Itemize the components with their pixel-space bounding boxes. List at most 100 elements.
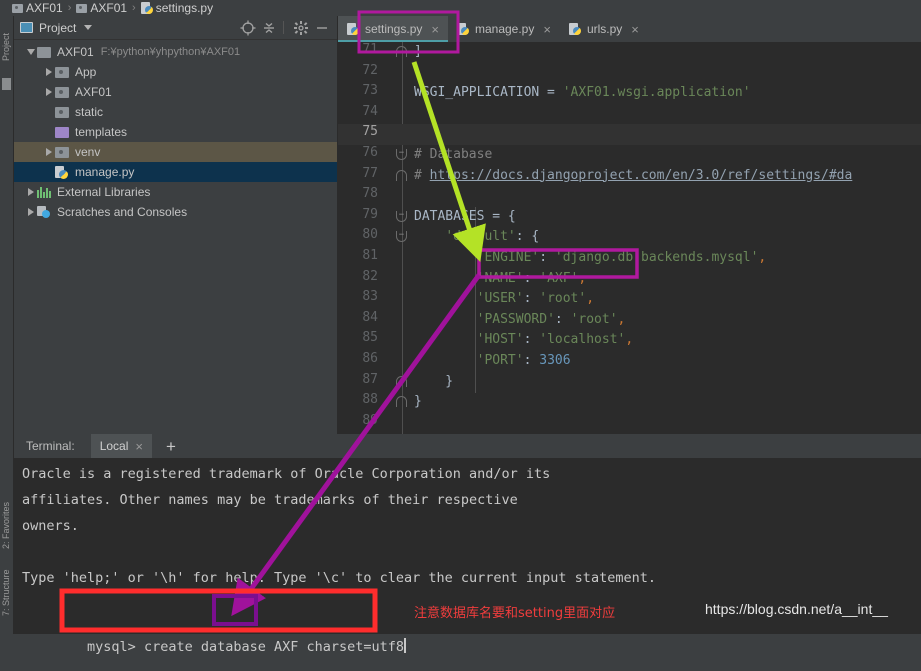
terminal-prompt: mysql>	[87, 639, 136, 655]
fold-start-icon[interactable]: −	[396, 231, 407, 243]
close-icon[interactable]: ×	[631, 22, 639, 37]
editor-area: settings.py × manage.py × urls.py × 71] 7…	[338, 16, 921, 434]
code-text: ]	[414, 44, 422, 59]
fold-end-icon[interactable]	[396, 169, 407, 181]
gear-icon[interactable]	[292, 19, 310, 37]
project-tool-window: Project AXF01 F:¥python¥yhpython¥AXF01 A…	[14, 16, 338, 434]
line-number: 80	[362, 227, 378, 243]
line-number: 84	[362, 309, 378, 325]
minimize-icon[interactable]	[313, 19, 331, 37]
tree-row-app[interactable]: App	[14, 62, 337, 82]
code-token: 'localhost'	[539, 332, 626, 348]
tree-row-venv[interactable]: venv	[14, 142, 337, 162]
project-panel-header: Project	[14, 16, 337, 40]
fold-gutter[interactable]: −	[396, 227, 409, 248]
code-token: 'HOST'	[476, 332, 524, 348]
breadcrumb-separator-0: ›	[67, 2, 72, 14]
line-number: 78	[362, 186, 378, 202]
tree-row-manage-py[interactable]: manage.py	[14, 162, 337, 182]
code-text: 'USER': 'root',	[414, 291, 594, 306]
tool-tab-favorites[interactable]: 2: Favorites	[1, 502, 15, 549]
terminal-line: Oracle is a registered trademark of Orac…	[22, 466, 551, 482]
breadcrumb-item-0[interactable]: AXF01	[12, 1, 63, 15]
fold-gutter[interactable]	[396, 372, 409, 393]
code-token: 'PASSWORD'	[476, 311, 555, 327]
terminal-prompt-line[interactable]: mysql> create database AXF charset=utf8	[22, 622, 921, 655]
code-line: 74	[338, 104, 921, 125]
code-line: 82 'NAME': 'AXF',	[338, 269, 921, 290]
code-token: https://docs.djangoproject.com/en/3.0/re…	[429, 167, 853, 183]
code-line: 85 'HOST': 'localhost',	[338, 330, 921, 351]
line-number: 88	[362, 392, 378, 408]
terminal-tab-local[interactable]: Local ×	[90, 434, 152, 458]
breadcrumb-item-2[interactable]: settings.py	[140, 1, 214, 15]
tree-label: static	[75, 105, 104, 119]
code-token: 'root'	[539, 291, 587, 307]
code-text: DATABASES = {	[414, 209, 516, 224]
fold-end-icon[interactable]	[396, 396, 407, 408]
fold-gutter[interactable]	[396, 42, 409, 63]
add-terminal-button[interactable]: +	[166, 438, 176, 455]
code-token: :	[523, 291, 540, 307]
fold-gutter[interactable]	[396, 392, 409, 413]
breadcrumb: AXF01 › AXF01 › settings.py	[0, 0, 921, 16]
tree-row-templates[interactable]: templates	[14, 122, 337, 142]
tree-row-axf01-root[interactable]: AXF01 F:¥python¥yhpython¥AXF01	[14, 42, 337, 62]
breadcrumb-item-1[interactable]: AXF01	[76, 1, 127, 15]
code-line: 89	[338, 413, 921, 434]
code-editor[interactable]: 71] 72 73 WSGI_APPLICATION = 'AXF01.wsgi.ap…	[338, 42, 921, 434]
chevron-expanded-icon[interactable]	[24, 49, 37, 55]
fold-gutter[interactable]: −	[396, 145, 409, 166]
chevron-down-icon[interactable]	[84, 25, 93, 30]
tab-manage-py[interactable]: manage.py ×	[447, 16, 560, 42]
tool-tab-structure[interactable]: 7: Structure	[1, 569, 15, 616]
line-number: 76	[362, 144, 378, 160]
tree-row-static[interactable]: static	[14, 102, 337, 122]
collapse-all-icon[interactable]	[260, 19, 278, 37]
fold-start-icon[interactable]: −	[396, 148, 407, 160]
tool-tab-project[interactable]: Project	[1, 26, 15, 68]
close-icon[interactable]: ×	[135, 439, 143, 454]
code-token: WSGI_APPLICATION =	[414, 85, 563, 101]
target-icon[interactable]	[239, 19, 257, 37]
tab-settings-py[interactable]: settings.py ×	[338, 16, 448, 42]
code-token: :	[523, 352, 540, 368]
line-number: 87	[362, 371, 378, 387]
close-icon[interactable]: ×	[431, 22, 439, 37]
tree-row-scratches-consoles[interactable]: Scratches and Consoles	[14, 202, 337, 222]
fold-start-icon[interactable]: −	[396, 210, 407, 222]
code-text: 'NAME': 'AXF',	[414, 271, 587, 286]
chevron-collapsed-icon[interactable]	[42, 88, 55, 96]
fold-end-icon[interactable]	[396, 46, 407, 57]
chevron-collapsed-icon[interactable]	[42, 148, 55, 156]
fold-end-icon[interactable]	[396, 375, 407, 387]
chevron-collapsed-icon[interactable]	[24, 188, 37, 196]
close-icon[interactable]: ×	[543, 22, 551, 37]
tree-label: Scratches and Consoles	[57, 205, 188, 219]
tree-row-external-libraries[interactable]: External Libraries	[14, 182, 337, 202]
line-number: 85	[362, 330, 378, 346]
chevron-collapsed-icon[interactable]	[24, 208, 37, 216]
code-text: }	[414, 374, 453, 389]
code-line: 84 'PASSWORD': 'root',	[338, 310, 921, 331]
text-cursor	[404, 638, 407, 653]
code-token: ,	[758, 249, 767, 265]
python-file-icon	[347, 22, 359, 36]
breadcrumb-label-2: settings.py	[155, 1, 214, 15]
code-token: :	[539, 249, 555, 265]
fold-gutter[interactable]: −	[396, 207, 409, 228]
fold-gutter[interactable]	[396, 166, 409, 187]
folder-purple-icon	[55, 126, 69, 138]
code-line: 87 }	[338, 372, 921, 393]
line-number: 89	[362, 412, 378, 428]
code-text: 'PASSWORD': 'root',	[414, 311, 626, 327]
tree-label: venv	[75, 145, 101, 159]
tab-label: manage.py	[474, 22, 535, 36]
tree-row-axf01[interactable]: AXF01	[14, 82, 337, 102]
tab-urls-py[interactable]: urls.py ×	[559, 16, 648, 42]
chevron-collapsed-icon[interactable]	[42, 68, 55, 76]
tree-label: AXF01	[57, 45, 94, 59]
breadcrumb-separator-1: ›	[132, 2, 136, 14]
